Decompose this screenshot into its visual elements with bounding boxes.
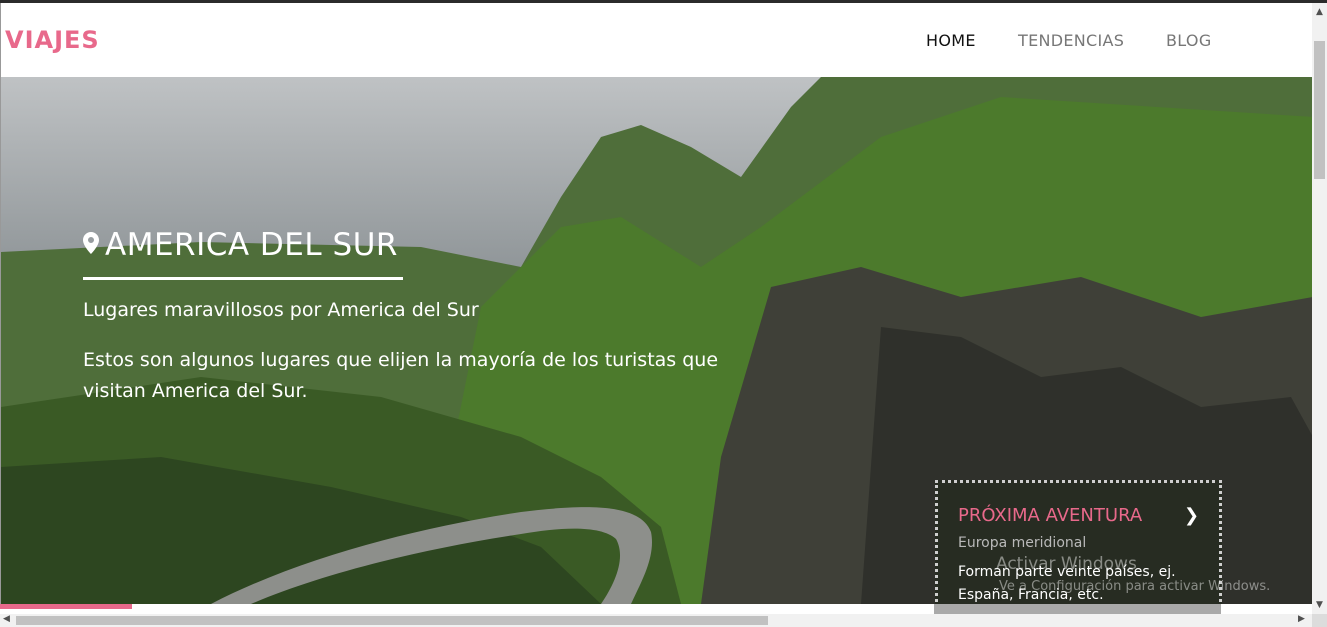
map-pin-icon (83, 232, 99, 254)
scrollbar-corner (1312, 614, 1327, 627)
hero-subtitle: Lugares maravillosos por America del Sur (83, 299, 479, 321)
hero-title: AMERICA DEL SUR (105, 227, 398, 263)
vertical-scrollbar[interactable]: ▲ ▼ (1312, 3, 1327, 614)
scroll-down-icon[interactable]: ▼ (1316, 600, 1323, 610)
site-logo[interactable]: VIAJES (5, 26, 100, 54)
nav-blog[interactable]: BLOG (1166, 31, 1212, 50)
next-adventure-card-bottom (934, 604, 1221, 614)
nav-home[interactable]: HOME (926, 31, 976, 50)
scroll-left-icon[interactable]: ◀ (3, 614, 10, 624)
next-adventure-title[interactable]: PRÓXIMA AVENTURA (958, 505, 1142, 526)
horizontal-scroll-thumb[interactable] (16, 616, 768, 625)
slider-progress-bar (0, 604, 132, 609)
scroll-up-icon[interactable]: ▲ (1316, 7, 1323, 17)
scroll-right-icon[interactable]: ▶ (1298, 614, 1305, 624)
horizontal-scrollbar[interactable]: ◀ ▶ (0, 614, 1312, 627)
windows-activation-watermark-title: Activar Windows (996, 554, 1137, 574)
site-header: VIAJES HOME TENDENCIAS BLOG (0, 3, 1312, 77)
chevron-right-icon[interactable]: ❯ (1184, 505, 1199, 526)
nav-tendencias[interactable]: TENDENCIAS (1018, 31, 1124, 50)
vertical-scroll-thumb[interactable] (1314, 41, 1325, 179)
hero-section: AMERICA DEL SUR Lugares maravillosos por… (0, 77, 1312, 604)
hero-title-underline (83, 277, 403, 280)
next-adventure-region: Europa meridional (958, 535, 1087, 551)
hero-description: Estos son algunos lugares que elijen la … (83, 349, 719, 402)
windows-activation-watermark-subtitle: Ve a Configuración para activar Windows. (999, 579, 1271, 594)
